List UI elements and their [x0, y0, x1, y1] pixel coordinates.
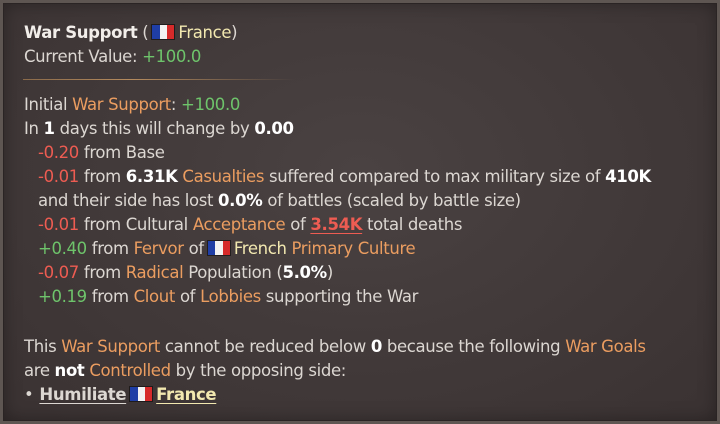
- modifier-value: -0.01: [38, 215, 79, 234]
- france-flag-icon: [130, 387, 153, 401]
- bullet: •: [24, 385, 34, 404]
- casualties-link[interactable]: Casualties: [182, 167, 264, 186]
- paren-close: ): [231, 23, 238, 42]
- war-support-tooltip: War Support ( France) Current Value: +100…: [0, 0, 720, 424]
- modifier-clout: +0.19 from Clout of Lobbies supporting t…: [38, 285, 418, 309]
- acceptance-link[interactable]: Acceptance: [193, 215, 286, 234]
- france-flag-icon: [152, 25, 175, 39]
- modifier-text: suffered compared to max military size o…: [269, 167, 601, 186]
- radical-percent: 5.0%: [282, 263, 327, 282]
- footer-text: because the following: [386, 337, 561, 356]
- modifier-text: from: [83, 167, 121, 186]
- total-deaths-link[interactable]: 3.54K: [310, 215, 362, 234]
- modifier-text: of: [179, 287, 196, 306]
- header-divider: [23, 79, 295, 80]
- initial-value: +100.0: [181, 95, 240, 114]
- modifier-text: from: [91, 287, 129, 306]
- change-prefix: In: [24, 119, 39, 138]
- max-military-size: 410K: [605, 167, 651, 186]
- clout-link[interactable]: Clout: [134, 287, 176, 306]
- modifier-acceptance: -0.01 from Cultural Acceptance of 3.54K …: [38, 213, 462, 237]
- war-support-link[interactable]: War Support: [72, 95, 171, 114]
- change-middle: days this will change by: [59, 119, 250, 138]
- lobbies-link[interactable]: Lobbies: [200, 287, 261, 306]
- modifier-text: total deaths: [367, 215, 463, 234]
- modifier-value: -0.01: [38, 167, 79, 186]
- footer-line-2: are not Controlled by the opposing side:: [24, 359, 346, 383]
- modifier-text: of: [188, 239, 205, 258]
- not-text: not: [54, 361, 85, 380]
- modifier-text: ): [326, 263, 333, 282]
- change-line: In 1 days this will change by 0.00: [24, 117, 294, 141]
- tooltip-header: War Support ( France): [24, 21, 238, 45]
- controlled-link[interactable]: Controlled: [89, 361, 171, 380]
- paren-open: (: [142, 23, 149, 42]
- modifier-casualties: -0.01 from 6.31K Casualties suffered com…: [38, 165, 651, 189]
- initial-line: Initial War Support: +100.0: [24, 93, 240, 117]
- modifier-text: of: [290, 215, 306, 234]
- min-value: 0: [370, 337, 382, 356]
- modifier-text: of battles (scaled by battle size): [267, 191, 521, 210]
- modifier-fervor: +0.40 from Fervor of French Primary Cultu…: [38, 237, 416, 261]
- war-goal-humiliate-link[interactable]: Humiliate: [39, 385, 126, 404]
- war-support-link[interactable]: War Support: [61, 337, 160, 356]
- footer-text: by the opposing side:: [175, 361, 347, 380]
- modifier-text: Population (: [188, 263, 283, 282]
- modifier-value: +0.19: [38, 287, 87, 306]
- current-value-label: Current Value:: [24, 47, 138, 66]
- change-amount: 0.00: [254, 119, 294, 138]
- footer-line-1: This War Support cannot be reduced below…: [24, 335, 646, 359]
- modifier-text: and their side has lost: [38, 191, 214, 210]
- war-goal-item: • Humiliate France: [24, 383, 217, 407]
- modifier-text: from Base: [83, 143, 165, 162]
- fervor-link[interactable]: Fervor: [134, 239, 184, 258]
- modifier-value: +0.40: [38, 239, 87, 258]
- casualties-amount: 6.31K: [125, 167, 178, 186]
- war-goals-link[interactable]: War Goals: [565, 337, 646, 356]
- modifier-text: supporting the War: [265, 287, 419, 306]
- modifier-text: from: [91, 239, 129, 258]
- modifier-radical: -0.07 from Radical Population (5.0%): [38, 261, 333, 285]
- modifier-value: -0.07: [38, 263, 79, 282]
- modifier-text: from Cultural: [83, 215, 188, 234]
- footer-text: are: [24, 361, 50, 380]
- radical-link[interactable]: Radical: [126, 263, 184, 282]
- primary-culture-link[interactable]: Primary Culture: [292, 239, 416, 258]
- culture-link-french[interactable]: French: [234, 239, 287, 258]
- modifier-value: -0.20: [38, 143, 79, 162]
- initial-colon: :: [170, 95, 177, 114]
- change-days: 1: [43, 119, 55, 138]
- current-value: +100.0: [142, 47, 202, 66]
- country-link-france[interactable]: France: [178, 23, 231, 42]
- tooltip-title: War Support: [24, 23, 138, 42]
- modifier-casualties-cont: and their side has lost 0.0% of battles …: [38, 189, 521, 213]
- footer-text: cannot be reduced below: [164, 337, 366, 356]
- battles-lost-percent: 0.0%: [218, 191, 263, 210]
- modifier-base: -0.20 from Base: [38, 141, 165, 165]
- current-value-line: Current Value: +100.0: [24, 45, 201, 69]
- france-flag-icon: [207, 241, 230, 255]
- footer-text: This: [24, 337, 57, 356]
- target-country-link-france[interactable]: France: [156, 385, 216, 404]
- modifier-text: from: [83, 263, 121, 282]
- initial-prefix: Initial: [24, 95, 68, 114]
